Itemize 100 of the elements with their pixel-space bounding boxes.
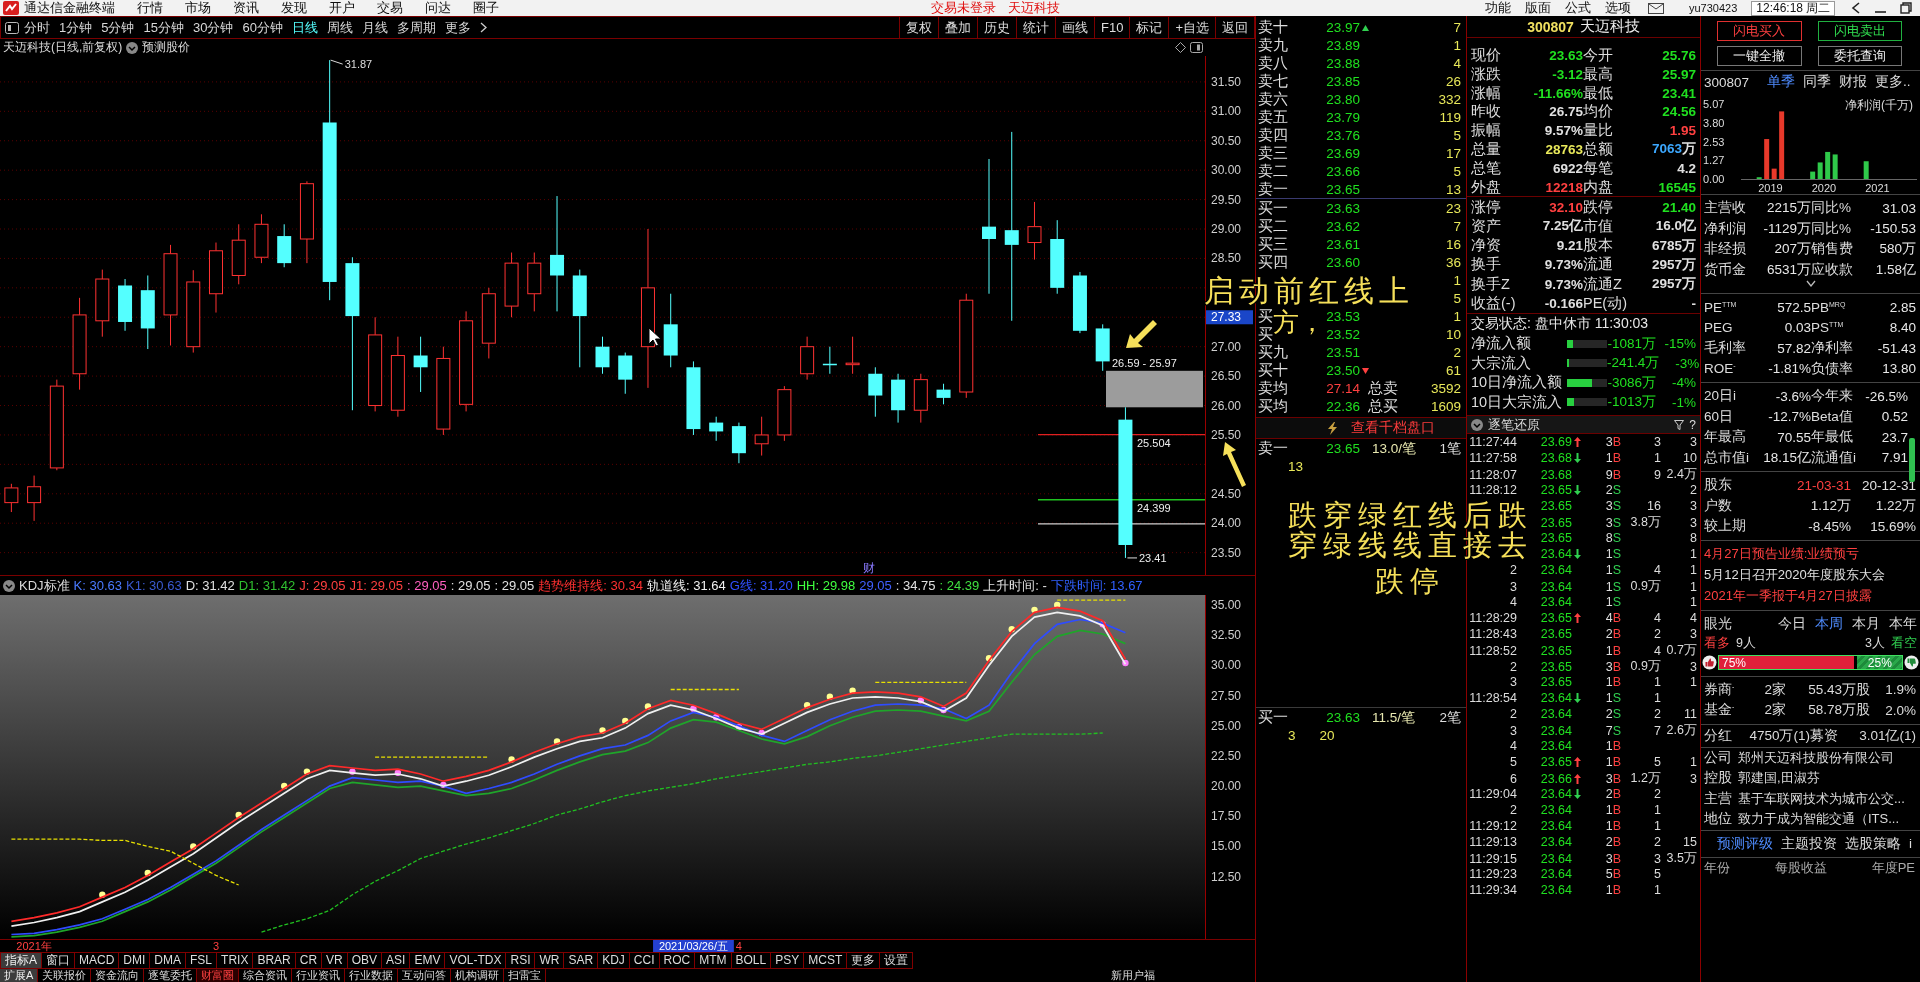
trade-count: 1笔 (1439, 439, 1461, 458)
flow-label: 10日净流入额 (1471, 373, 1563, 393)
field-label: PB$^{MRQ}$ (1811, 299, 1846, 315)
trade-side: B (1612, 659, 1621, 674)
field-value: 25.97 (1662, 66, 1696, 82)
trade-side: S (1612, 547, 1621, 562)
tick-price: 23.64 (1540, 595, 1572, 610)
axis-label: 29.00 (1211, 222, 1242, 236)
field-value: 57.82 (1777, 340, 1811, 356)
trade-status: 交易状态: 盘中休市 11:30:03 (1467, 313, 1700, 335)
field-label: 最高 (1583, 64, 1613, 84)
level-volume: 119 (1439, 110, 1461, 125)
tick-time: 5 (1510, 755, 1517, 770)
tick-aggregate: 3 (1690, 435, 1697, 450)
field-label: 60日 (1704, 407, 1734, 426)
tick-aggregate: 1 (1690, 595, 1697, 610)
field-value: 16545 (1658, 179, 1696, 195)
level-volume: 4 (1453, 56, 1461, 71)
tick-aggregate: 2 (1690, 483, 1697, 498)
tick-volume: 9 (1605, 467, 1613, 482)
tick-volume: 3 (1605, 851, 1613, 866)
tick-aggregate: 1.2万 (1630, 771, 1661, 786)
tick-price: 23.65 (1540, 531, 1572, 546)
tick-price: 23.65 (1540, 611, 1572, 626)
flow-value: -241.4万 (1607, 354, 1660, 373)
field-value: 21.40 (1662, 199, 1696, 215)
trade-side: B (1612, 675, 1621, 690)
tick-price: 23.64 (1540, 707, 1572, 722)
status-notice: 交易未登录 (931, 0, 996, 16)
trade-side: B (1612, 867, 1621, 882)
status-notice: 天迈科技 (1008, 0, 1060, 16)
level-label: 卖六 (1258, 90, 1288, 109)
tick-volume: 5 (1605, 867, 1613, 882)
level-label: 卖五 (1258, 108, 1288, 127)
trade-side: S (1612, 499, 1621, 514)
tick-aggregate: 2.6万 (1666, 723, 1697, 738)
tick-volume: 1 (1605, 547, 1613, 562)
tick-volume: 3 (1605, 771, 1613, 786)
level-volume: 1 (1453, 309, 1461, 324)
total-volume: 3592 (1430, 381, 1461, 396)
tick-volume: 1 (1605, 883, 1613, 898)
indicator-value: 趋势维持线: 30.34 (538, 576, 643, 595)
annotation-text: 跌停 (1375, 567, 1445, 596)
field-value: -1.81% (1768, 361, 1811, 377)
level-volume: 23 (1445, 201, 1461, 216)
tick-time: 11:29:15 (1469, 851, 1517, 866)
field-value: 2957万 (1651, 275, 1696, 294)
field-value: -1129万 (1763, 219, 1811, 238)
trade-side: B (1612, 643, 1621, 658)
tick-aggregate: 4 (1654, 643, 1661, 658)
tick-aggregate: 1 (1654, 819, 1661, 834)
tick-aggregate: 4 (1654, 563, 1661, 578)
axis-label: 26.50 (1211, 369, 1242, 384)
field-label: 总量 (1471, 140, 1501, 159)
field-label: 今开 (1583, 46, 1613, 65)
tick-time: 2 (1510, 803, 1517, 818)
field-value: 9.21 (1556, 238, 1583, 254)
axis-label: 30.00 (1211, 658, 1242, 673)
level-price: 23.69 (1326, 146, 1360, 161)
tick-aggregate: 5 (1654, 755, 1661, 770)
level-label: 买二 (1258, 217, 1288, 236)
field-value: 23.41 (1662, 85, 1696, 101)
field-value: 基于车联网技术为城市公交... (1738, 789, 1906, 808)
field-value: 13.80 (1882, 361, 1916, 377)
tick-aggregate: 3 (1654, 435, 1661, 450)
field-value: 24.56 (1662, 104, 1696, 120)
tick-aggregate: 2 (1654, 835, 1661, 850)
indicator-value: D1: 31.42 (238, 578, 296, 593)
field-label: 销售费 (1811, 240, 1853, 259)
field-label: 募资 (1810, 726, 1838, 745)
tick-time: 11:28:29 (1469, 611, 1517, 626)
tick-price: 23.64 (1540, 835, 1572, 850)
axis-label: 5.07 (1703, 98, 1725, 110)
level-volume: 2 (1453, 345, 1461, 360)
field-label: 市值 (1583, 216, 1613, 236)
axis-label: 3.80 (1703, 116, 1725, 129)
field-value: 28763 (1545, 142, 1583, 157)
tick-aggregate: 2.4万 (1666, 467, 1697, 482)
field-value: 1.58亿 (1875, 260, 1916, 279)
flow-label: 净流入额 (1471, 334, 1531, 354)
indicator-value: K1: 30.63 (126, 578, 182, 593)
tick-price: 23.64 (1540, 547, 1572, 562)
field-value: 1.12万 (1810, 496, 1851, 515)
level-volume: 17 (1445, 146, 1461, 161)
level-price: 23.63 (1326, 201, 1360, 216)
tick-volume: 2 (1605, 483, 1613, 498)
level-volume: 61 (1445, 363, 1461, 378)
field-label: 货币金 (1704, 260, 1746, 279)
field-value: 25.76 (1662, 48, 1696, 63)
tick-volume: 3 (1605, 499, 1613, 514)
field-value: 207万 (1774, 240, 1811, 259)
tick-time: 11:29:34 (1469, 883, 1517, 898)
field-value: 58.78万股 (1808, 701, 1870, 720)
indicator-value: HH: 29.98 (796, 578, 856, 593)
tick-aggregate: 2 (1654, 707, 1661, 722)
tick-aggregate: 1 (1654, 803, 1661, 818)
tick-aggregate: 1 (1654, 675, 1661, 690)
trade-side: B (1612, 627, 1621, 642)
tick-price: 23.65 (1540, 515, 1572, 530)
field-value: 2家 (1764, 701, 1786, 720)
